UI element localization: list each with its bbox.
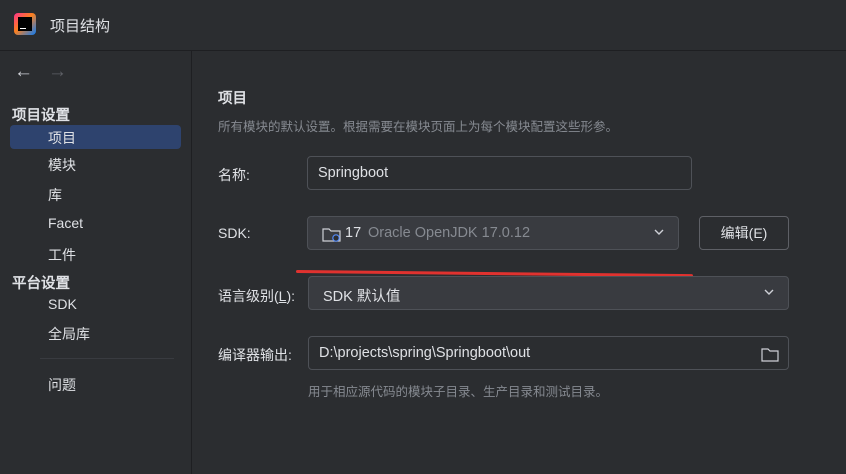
sidebar-item-artifacts[interactable]: 工件: [10, 242, 181, 266]
sdk-dropdown[interactable]: 17 Oracle OpenJDK 17.0.12: [307, 216, 679, 250]
project-name-input[interactable]: [307, 156, 692, 190]
sidebar-item-label: 项目: [48, 130, 76, 146]
arrow-right-icon[interactable]: →: [48, 61, 68, 85]
language-level-value: SDK 默认值: [323, 289, 401, 305]
sidebar-item-facet[interactable]: Facet: [10, 212, 181, 236]
group-heading-project-settings: 项目设置: [12, 108, 70, 124]
edit-sdk-button[interactable]: 编辑(E): [699, 216, 789, 250]
sidebar-item-global-libraries[interactable]: 全局库: [10, 321, 181, 345]
chevron-down-icon: [764, 289, 774, 295]
group-heading-platform-settings: 平台设置: [12, 276, 70, 292]
chevron-down-icon: [654, 229, 664, 235]
sidebar-item-project[interactable]: 项目: [10, 125, 181, 149]
sidebar-item-label: 模块: [48, 157, 76, 173]
compiler-output-input[interactable]: [308, 336, 789, 370]
arrow-left-icon[interactable]: ←: [14, 61, 34, 85]
sidebar-item-problems[interactable]: 问题: [10, 372, 181, 396]
sidebar-item-label: SDK: [48, 296, 77, 312]
name-label: 名称:: [218, 167, 250, 183]
sidebar-divider: [40, 358, 174, 359]
title-bar: 项目结构: [0, 0, 846, 51]
sidebar-item-libraries[interactable]: 库: [10, 182, 181, 206]
sidebar-item-label: Facet: [48, 215, 84, 231]
language-level-dropdown[interactable]: SDK 默认值: [308, 276, 789, 310]
sidebar-item-label: 工件: [48, 247, 76, 263]
sidebar-item-sdk[interactable]: SDK: [10, 293, 181, 317]
sidebar: ← → 项目设置 项目 模块 库 Facet 工件 平台设置 SDK 全局库 问…: [0, 51, 192, 474]
sidebar-item-modules[interactable]: 模块: [10, 152, 181, 176]
window-title: 项目结构: [50, 18, 111, 35]
page-title: 项目: [218, 91, 247, 107]
sidebar-item-label: 库: [48, 187, 62, 203]
compiler-output-label: 编译器输出:: [218, 347, 292, 363]
sdk-label: SDK:: [218, 225, 251, 241]
project-settings-panel: 项目 所有模块的默认设置。根据需要在模块页面上为每个模块配置这些形参。 名称: …: [192, 51, 846, 474]
sidebar-item-label: 全局库: [48, 326, 90, 342]
sdk-name: Oracle OpenJDK 17.0.12: [368, 225, 531, 241]
compiler-output-hint: 用于相应源代码的模块子目录、生产目录和测试目录。: [308, 385, 609, 399]
folder-icon[interactable]: [761, 347, 779, 362]
jetbrains-app-icon: [14, 13, 36, 35]
sidebar-item-label: 问题: [48, 377, 76, 393]
folder-icon: [322, 228, 341, 242]
page-description: 所有模块的默认设置。根据需要在模块页面上为每个模块配置这些形参。: [218, 120, 619, 134]
sdk-version: 17: [345, 225, 362, 241]
language-level-label: 语言级别(L):: [218, 288, 296, 304]
